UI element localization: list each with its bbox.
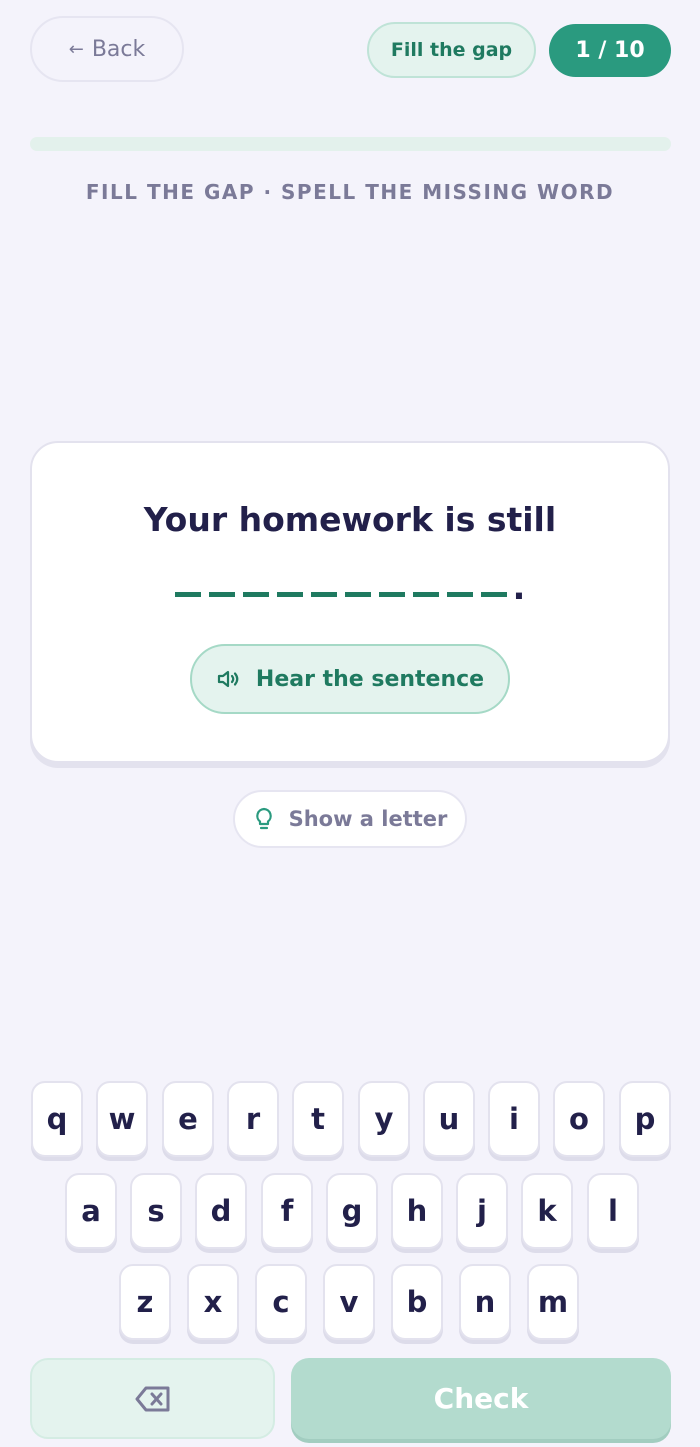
key-j[interactable]: j (456, 1173, 508, 1249)
key-t[interactable]: t (292, 1081, 344, 1157)
check-button[interactable]: Check (291, 1358, 671, 1439)
key-m[interactable]: m (527, 1264, 579, 1340)
key-e[interactable]: e (162, 1081, 214, 1157)
key-r[interactable]: r (227, 1081, 279, 1157)
lightbulb-icon (255, 807, 272, 830)
key-b[interactable]: b (391, 1264, 443, 1340)
gap-line: . (0, 568, 700, 608)
key-q[interactable]: q (31, 1081, 83, 1157)
key-z[interactable]: z (119, 1264, 171, 1340)
check-label: Check (433, 1382, 529, 1415)
back-button[interactable]: ← Back (30, 16, 184, 82)
progress-bar (30, 137, 671, 151)
counter-label: 1 / 10 (575, 38, 645, 63)
key-g[interactable]: g (326, 1173, 378, 1249)
key-h[interactable]: h (391, 1173, 443, 1249)
backspace-icon (135, 1386, 169, 1411)
back-label: Back (91, 36, 146, 62)
hear-sentence-label: Hear the sentence (255, 666, 485, 692)
gap-blank (174, 592, 513, 597)
show-letter-label: Show a letter (288, 807, 448, 831)
sentence-text: Your homework is still (143, 500, 557, 539)
show-letter-button[interactable]: Show a letter (233, 790, 467, 848)
back-arrow-icon: ← (68, 38, 84, 60)
key-o[interactable]: o (553, 1081, 605, 1157)
key-i[interactable]: i (488, 1081, 540, 1157)
key-l[interactable]: l (587, 1173, 639, 1249)
instruction-text: FILL THE GAP · SPELL THE MISSING WORD (85, 180, 615, 204)
key-x[interactable]: x (187, 1264, 239, 1340)
key-c[interactable]: c (255, 1264, 307, 1340)
key-s[interactable]: s (130, 1173, 182, 1249)
key-f[interactable]: f (261, 1173, 313, 1249)
key-d[interactable]: d (195, 1173, 247, 1249)
key-k[interactable]: k (521, 1173, 573, 1249)
question-counter: 1 / 10 (549, 24, 671, 77)
key-w[interactable]: w (96, 1081, 148, 1157)
key-u[interactable]: u (423, 1081, 475, 1157)
hear-sentence-button[interactable]: Hear the sentence (190, 644, 510, 714)
key-a[interactable]: a (65, 1173, 117, 1249)
backspace-key[interactable] (30, 1358, 275, 1439)
key-p[interactable]: p (619, 1081, 671, 1157)
mode-badge: Fill the gap (367, 22, 536, 78)
mode-label: Fill the gap (390, 39, 513, 61)
key-y[interactable]: y (358, 1081, 410, 1157)
gap-suffix: . (512, 568, 526, 608)
speaker-icon (217, 670, 239, 688)
key-n[interactable]: n (459, 1264, 511, 1340)
key-v[interactable]: v (323, 1264, 375, 1340)
